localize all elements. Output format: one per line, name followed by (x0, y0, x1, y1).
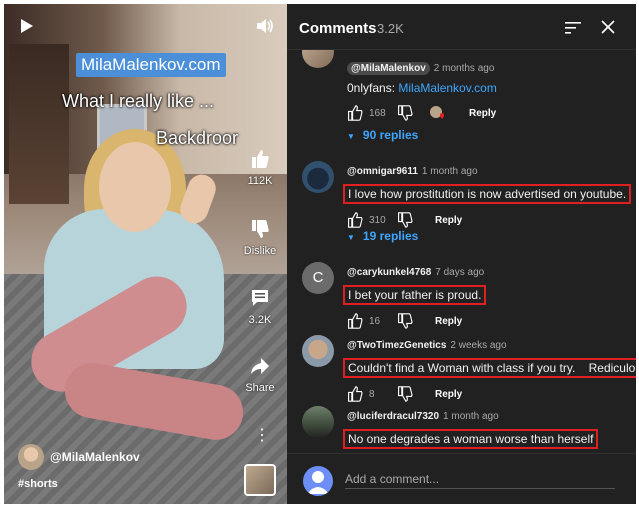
comment-avatar[interactable] (302, 161, 334, 193)
dislike-button[interactable]: Dislike (239, 219, 281, 257)
thumbs-down-icon[interactable] (397, 212, 413, 228)
comments-button[interactable]: 3.2K (239, 288, 281, 326)
comment-text: I bet your father is proud. (343, 285, 487, 305)
channel-name[interactable]: @MilaMalenkov (50, 450, 140, 464)
add-comment-bar (287, 453, 636, 504)
thumbs-down-icon (252, 220, 269, 238)
view-replies-button[interactable]: ▼ 90 replies (347, 128, 418, 142)
creator-heart-icon (429, 105, 447, 121)
share-icon (251, 358, 269, 374)
share-button[interactable]: Share (239, 356, 281, 394)
reply-button[interactable]: Reply (469, 108, 496, 119)
thumbs-down-icon[interactable] (397, 105, 413, 121)
view-replies-button[interactable]: ▼ 19 replies (347, 229, 418, 243)
sound-thumbnail[interactable] (244, 464, 276, 496)
thumbs-up-icon (252, 150, 269, 168)
comment-time[interactable]: 2 months ago (434, 63, 495, 74)
comment-time[interactable]: 1 month ago (443, 411, 499, 422)
add-comment-input[interactable] (345, 469, 615, 489)
thumbs-up-icon[interactable] (347, 313, 363, 329)
shorts-viewer: MilaMalenkov.com What I really like ... … (4, 4, 636, 504)
comment-text: 0nlyfans: MilaMalenkov.com (347, 81, 497, 95)
comment-author[interactable]: @MilaMalenkov (347, 62, 430, 75)
reply-button[interactable]: Reply (435, 389, 462, 400)
comments-header: Comments 3.2K (287, 4, 636, 50)
reply-button[interactable]: Reply (435, 215, 462, 226)
close-icon[interactable] (601, 20, 615, 39)
comment-avatar[interactable] (302, 406, 334, 438)
comment-author[interactable]: @omnigar9611 (347, 166, 418, 177)
replies-count: 90 replies (362, 128, 419, 142)
hashtag-link[interactable]: #shorts (18, 478, 58, 490)
comment-author[interactable]: @TwoTimezGenetics (347, 340, 446, 351)
replies-count: 19 replies (362, 229, 419, 243)
channel-avatar[interactable] (18, 444, 44, 470)
comments-count: 3.2K (377, 21, 404, 36)
reply-button[interactable]: Reply (435, 316, 462, 327)
thumbs-down-icon[interactable] (397, 313, 413, 329)
chevron-down-icon: ▼ (347, 132, 355, 141)
comment-link[interactable]: MilaMalenkov.com (398, 81, 496, 95)
like-button[interactable]: 112K (239, 149, 281, 187)
volume-icon[interactable] (256, 18, 274, 39)
thumbs-up-icon[interactable] (347, 105, 363, 121)
video-caption: What I really like ... (62, 91, 215, 111)
comment-icon (252, 290, 268, 306)
comment-text: Couldn't find a Woman with class if you … (343, 358, 636, 378)
comment-time[interactable]: 7 days ago (435, 267, 484, 278)
comment-like-count: 168 (369, 107, 386, 119)
play-icon[interactable] (20, 18, 34, 39)
channel-info[interactable]: @MilaMalenkov (18, 444, 140, 470)
comment-text: No one degrades a woman worse than herse… (343, 429, 599, 449)
comment-text: I love how prostitution is now advertise… (343, 184, 632, 204)
comment-time[interactable]: 1 month ago (422, 166, 478, 177)
video-person-face (99, 142, 171, 232)
comment-time[interactable]: 2 weeks ago (450, 340, 506, 351)
comment-avatar[interactable] (302, 335, 334, 367)
website-banner: MilaMalenkov.com (76, 53, 226, 77)
comment-text-prefix: 0nlyfans: (347, 81, 399, 95)
thumbs-up-icon[interactable] (347, 212, 363, 228)
dislike-label: Dislike (243, 245, 277, 257)
comments-panel: @MilaMalenkov 2 months ago 0nlyfans: Mila… (287, 4, 636, 504)
thumbs-up-icon[interactable] (347, 386, 363, 402)
user-avatar[interactable] (303, 466, 333, 496)
comment-author[interactable]: @carykunkel4768 (347, 267, 431, 278)
chevron-down-icon: ▼ (347, 233, 355, 242)
share-label: Share (245, 382, 275, 394)
video-player[interactable]: MilaMalenkov.com What I really like ... … (4, 4, 287, 504)
comment-avatar[interactable]: C (302, 262, 334, 294)
thumbs-down-icon[interactable] (397, 386, 413, 402)
comment-author[interactable]: @luciferdracul7320 (347, 411, 439, 422)
comments-title: Comments (299, 20, 377, 37)
like-count: 112K (247, 175, 273, 187)
comment-like-count: 8 (369, 388, 375, 400)
comment-count: 3.2K (248, 314, 272, 326)
more-options-icon[interactable]: ⋮ (254, 425, 270, 445)
comment-like-count: 16 (369, 315, 381, 327)
sort-icon[interactable] (565, 21, 581, 39)
video-caption: Backdroor (156, 128, 239, 148)
video-door (9, 44, 69, 204)
comment-like-count: 310 (369, 214, 386, 226)
